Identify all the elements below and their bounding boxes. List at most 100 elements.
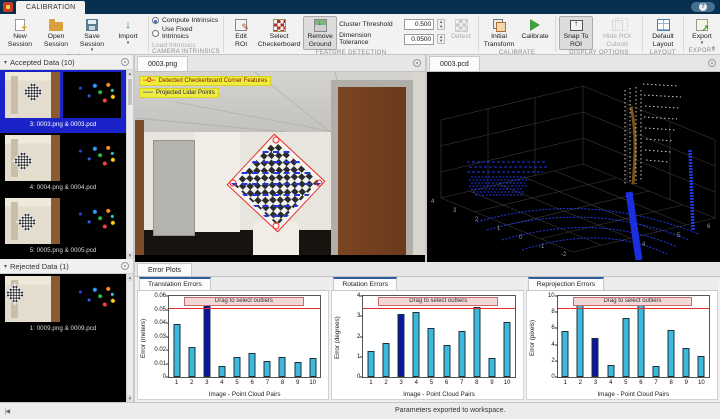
bar-pair-2[interactable]	[383, 343, 390, 377]
new-session-button[interactable]: New Session	[3, 16, 37, 50]
scroll-up-icon[interactable]: ▲	[127, 70, 133, 77]
bar-pair-4[interactable]	[413, 312, 420, 377]
spinner-arrows-icon[interactable]: ▲▼	[437, 19, 445, 30]
bar-pair-9[interactable]	[294, 362, 301, 377]
bar-pair-1[interactable]	[562, 331, 569, 377]
bar-pair-10[interactable]	[309, 358, 316, 377]
checkerboard-thumb-icon	[12, 150, 35, 173]
tab-reprojection-errors[interactable]: Reprojection Errors	[528, 277, 605, 290]
bar-pair-8[interactable]	[668, 330, 675, 377]
initial-transform-button[interactable]: Initial Transform	[482, 16, 516, 50]
list-item-accepted-1[interactable]: 3: 0003.png & 0003.pcd	[0, 70, 126, 133]
bar-pair-4[interactable]	[218, 366, 225, 377]
help-icon: ?	[699, 3, 707, 11]
bar-pair-6[interactable]	[249, 353, 256, 377]
x-axis-label: Image - Point Cloud Pairs	[168, 391, 321, 398]
edit-roi-button[interactable]: Edit ROI	[227, 16, 255, 50]
default-layout-button[interactable]: Default Layout	[646, 16, 680, 50]
rejected-list-scrollbar[interactable]: ▲ ▼	[126, 274, 133, 402]
hide-roi-cuboid-button: Hide ROI Cuboid	[595, 16, 639, 50]
bar-pair-9[interactable]	[488, 358, 495, 377]
select-checkerboard-button[interactable]: Select Checkerboard	[257, 16, 301, 50]
snap-to-roi-button[interactable]: Snap To ROI	[559, 16, 593, 50]
corner-marker-legend-icon: --O--	[143, 78, 156, 84]
compute-intrinsics-radio[interactable]: Compute Intrinsics	[152, 17, 218, 24]
translation-errors-chart[interactable]: Drag to select outliers 00.010.020.030.0…	[168, 295, 321, 378]
remove-ground-icon	[314, 18, 327, 32]
bar-pair-5[interactable]	[234, 357, 241, 377]
camera-image[interactable]: --O-- Detected Checkerboard Corner Featu…	[135, 72, 425, 255]
bar-pair-6[interactable]	[443, 345, 450, 377]
scrollbar-thumb[interactable]	[128, 79, 132, 105]
help-button[interactable]: ?	[691, 2, 715, 12]
bar-pair-10[interactable]	[504, 322, 511, 377]
bar-pair-1[interactable]	[367, 351, 374, 377]
skip-to-start-icon[interactable]: |◀	[5, 408, 9, 415]
dimension-tolerance-input[interactable]: 0.0500	[404, 34, 434, 45]
tab-rotation-errors[interactable]: Rotation Errors	[333, 277, 397, 290]
axis-tick-label: 6	[707, 224, 710, 230]
panel-menu-icon[interactable]	[121, 262, 129, 270]
open-session-button[interactable]: Open Session	[39, 16, 73, 50]
image-panel: 0003.png	[135, 55, 425, 262]
remove-ground-button[interactable]: Remove Ground	[303, 16, 337, 50]
rotation-errors-chart[interactable]: Drag to select outliers 0123412345678910	[362, 295, 515, 378]
outlier-selection-band[interactable]: Drag to select outliers	[184, 297, 304, 306]
bar-pair-4[interactable]	[607, 365, 614, 377]
bar-pair-3[interactable]	[203, 301, 210, 377]
panel-menu-icon[interactable]	[121, 58, 129, 66]
outlier-selection-band[interactable]: Drag to select outliers	[378, 297, 498, 306]
bar-pair-5[interactable]	[622, 318, 629, 377]
bar-pair-3[interactable]	[398, 314, 405, 377]
checkerboard-target	[225, 132, 327, 234]
outlier-selection-band[interactable]: Drag to select outliers	[573, 297, 693, 306]
bar-pair-1[interactable]	[173, 324, 180, 377]
tab-calibration[interactable]: CALIBRATION	[16, 1, 85, 14]
bar-pair-3[interactable]	[592, 338, 599, 377]
list-item-accepted-3[interactable]: 5: 0005.png & 0005.pcd	[0, 196, 126, 259]
panel-menu-icon[interactable]	[413, 59, 421, 67]
camera-thumbnail	[5, 276, 60, 322]
bar-pair-5[interactable]	[428, 328, 435, 377]
calibrate-button[interactable]: Calibrate	[518, 16, 552, 43]
panel-menu-icon[interactable]	[708, 59, 716, 67]
data-browser-panel: ▾ Accepted Data (10) 3: 0003.png & 0003.…	[0, 55, 133, 402]
cluster-threshold-input[interactable]: 0.500	[404, 19, 434, 30]
reprojection-errors-chart[interactable]: Drag to select outliers 0246810123456789…	[557, 295, 710, 378]
spinner-arrows-icon[interactable]: ▲▼	[437, 34, 445, 45]
bar-pair-10[interactable]	[698, 356, 705, 377]
bar-pair-7[interactable]	[653, 366, 660, 377]
scroll-down-icon[interactable]: ▼	[127, 395, 133, 402]
bar-pair-7[interactable]	[458, 331, 465, 377]
bar-pair-9[interactable]	[683, 348, 690, 377]
rejected-data-header[interactable]: ▾ Rejected Data (1)	[0, 259, 133, 274]
lidar-camera-calibrator-app: CALIBRATION ? New Session Open Session S…	[0, 0, 720, 419]
save-session-button[interactable]: Save Session▾	[75, 16, 109, 55]
axis-tick-label: -2	[561, 252, 566, 258]
scroll-up-icon[interactable]: ▲	[127, 274, 133, 281]
bar-pair-2[interactable]	[577, 299, 584, 377]
bar-pair-8[interactable]	[473, 307, 480, 377]
use-fixed-intrinsics-radio[interactable]: Use Fixed Intrinsics	[152, 26, 220, 40]
collapse-toolstrip-icon[interactable]: ∧	[711, 44, 716, 52]
tab-0003-pcd[interactable]: 0003.pcd	[429, 56, 480, 71]
tab-0003-png[interactable]: 0003.png	[137, 56, 188, 71]
list-item-rejected-1[interactable]: 1: 0009.png & 0009.pcd	[0, 274, 126, 337]
scroll-down-icon[interactable]: ▼	[127, 252, 133, 259]
accepted-data-header[interactable]: ▾ Accepted Data (10)	[0, 55, 133, 70]
bar-pair-7[interactable]	[264, 361, 271, 377]
pointcloud-view[interactable]: 4 3 2 1 0 -1 -2 4 5 6	[427, 72, 720, 262]
bar-pair-2[interactable]	[188, 347, 195, 377]
bar-pair-8[interactable]	[279, 357, 286, 377]
tab-translation-errors[interactable]: Translation Errors	[139, 277, 211, 290]
export-button[interactable]: Export▾	[687, 16, 717, 48]
tab-error-plots[interactable]: Error Plots	[137, 263, 192, 276]
list-item-accepted-2[interactable]: 4: 0004.png & 0004.pcd	[0, 133, 126, 196]
section-display-options: Snap To ROI Hide ROI Cuboid DISPLAY OPTI…	[556, 14, 642, 54]
import-button[interactable]: ↓Import▾	[111, 16, 145, 48]
export-icon	[696, 18, 708, 32]
bar-pair-6[interactable]	[637, 300, 644, 377]
checkerboard-thumb-icon	[16, 211, 39, 234]
axis-tick-label: 0	[519, 235, 522, 241]
accepted-list-scrollbar[interactable]: ▲ ▼	[126, 70, 133, 259]
